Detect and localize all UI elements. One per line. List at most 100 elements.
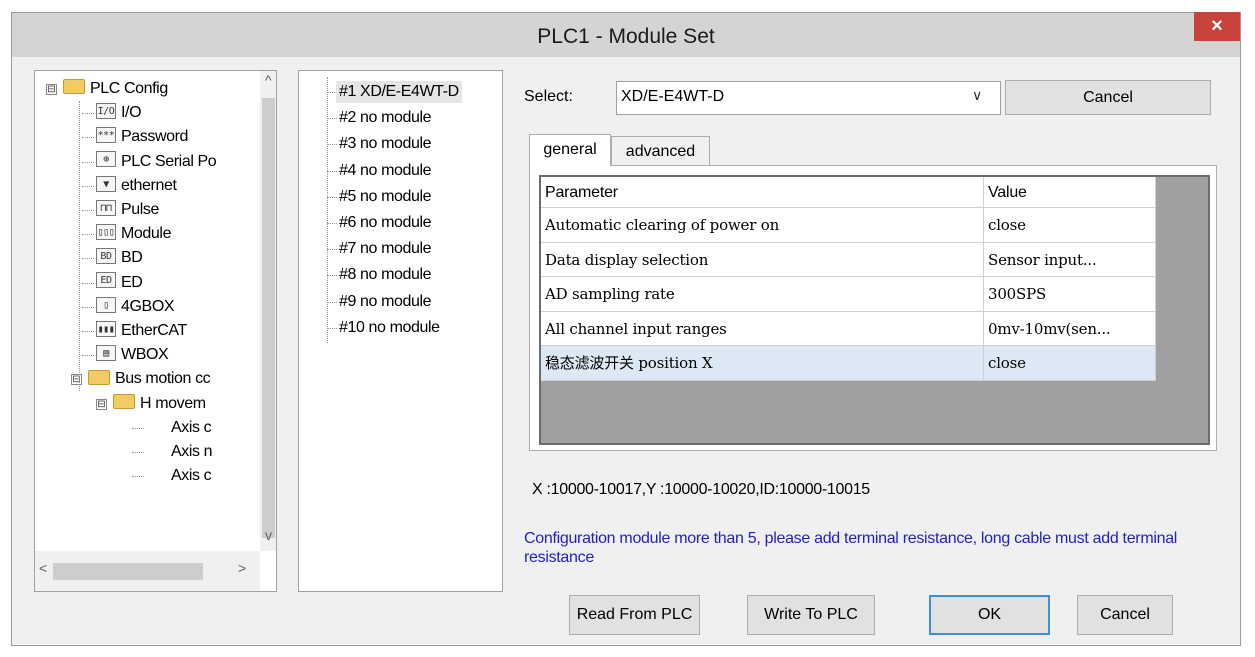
module-slot[interactable]: #5 no module	[339, 186, 432, 208]
vertical-scroll-thumb[interactable]	[262, 98, 275, 538]
config-tree[interactable]: PLC Config ⊟ I/O I/O *** Password ⊕ PLC Serial …	[34, 70, 277, 592]
module-list[interactable]: #1 XD/E-E4WT-D #2 no module #3 no module #4…	[298, 70, 503, 592]
collapse-toggle[interactable]: ⊟	[71, 374, 82, 386]
tree-item[interactable]: ▯▯▯ Module	[96, 223, 171, 245]
tree-item[interactable]: *** Password	[96, 126, 188, 148]
tree-item[interactable]: ▼ ethernet	[96, 175, 177, 197]
tree-item-label: Axis n	[171, 443, 213, 460]
io-icon: I/O	[96, 102, 116, 119]
cancel-button[interactable]: Cancel	[1077, 595, 1173, 635]
parameter-name-cell[interactable]: All channel input ranges	[541, 311, 984, 346]
tree-item-label: Axis c	[171, 418, 212, 436]
folder-icon	[63, 79, 85, 95]
parameter-value-cell[interactable]: 300SPS	[984, 277, 1156, 312]
tree-item[interactable]: H movem	[113, 393, 206, 415]
list-connector	[327, 249, 337, 251]
tree-item-label: H movem	[140, 394, 206, 412]
parameter-value-cell[interactable]: close	[984, 208, 1156, 243]
tree-item[interactable]: Axis c	[146, 417, 212, 439]
tree-item[interactable]: ▯ 4GBOX	[96, 296, 175, 318]
tree-connector	[82, 137, 94, 139]
module-slot-selected[interactable]: #1 XD/E-E4WT-D	[336, 81, 462, 103]
tree-item-label: 4GBOX	[121, 297, 175, 315]
tree-connector	[82, 210, 94, 211]
chevron-down-icon[interactable]: ∨	[972, 87, 982, 104]
tree-item-label: Module	[121, 225, 172, 243]
scroll-up-icon[interactable]: ^	[265, 72, 272, 88]
axis-icon	[146, 418, 166, 434]
ethernet-icon: ▼	[96, 175, 116, 192]
module-slot[interactable]: #9 no module	[339, 291, 432, 313]
write-to-plc-button[interactable]: Write To PLC	[747, 595, 875, 635]
tree-item[interactable]: Axis c	[146, 465, 212, 487]
tree-item[interactable]: BD BD	[96, 247, 143, 269]
module-slot[interactable]: #10 no module	[339, 317, 440, 339]
tree-item-label: Password	[121, 128, 189, 146]
module-set-dialog: PLC1 - Module Set × PLC Config ⊟ I/O I/O ***…	[11, 12, 1241, 646]
title-bar[interactable]: PLC1 - Module Set ×	[12, 12, 1240, 57]
tree-item[interactable]: Axis n	[146, 441, 213, 463]
parameter-value-cell[interactable]: close	[984, 346, 1156, 381]
cancel-top-button[interactable]: Cancel	[1005, 80, 1211, 115]
list-connector	[327, 77, 328, 343]
tab-general[interactable]: general	[529, 134, 611, 166]
list-connector	[327, 275, 337, 277]
scroll-right-icon[interactable]: >	[238, 560, 246, 576]
module-slot[interactable]: #2 no module	[339, 107, 432, 129]
tree-item[interactable]: ⊓⊓ Pulse	[96, 199, 159, 221]
tree-connector	[132, 427, 144, 429]
parameter-value-cell[interactable]: Sensor input...	[984, 242, 1156, 277]
tree-item-label: Pulse	[121, 201, 160, 218]
scroll-down-icon[interactable]: v	[265, 527, 272, 543]
module-slot[interactable]: #8 no module	[339, 264, 432, 286]
tree-item[interactable]: ▤ WBOX	[96, 344, 169, 366]
close-button[interactable]: ×	[1194, 12, 1240, 41]
tree-connector	[79, 101, 80, 391]
tree-item-label: ED	[121, 273, 143, 291]
parameter-name-cell[interactable]: AD sampling rate	[541, 277, 984, 312]
scroll-left-icon[interactable]: <	[39, 560, 47, 576]
parameter-name-cell[interactable]: Data display selection	[541, 242, 984, 277]
module-select-value: XD/E-E4WT-D	[621, 88, 725, 105]
tree-item-label: Bus motion cc	[115, 370, 211, 388]
parameter-name-cell[interactable]: 稳态滤波开关 position X	[541, 346, 984, 381]
read-from-plc-button[interactable]: Read From PLC	[569, 595, 700, 635]
tree-item-label: Axis c	[171, 467, 212, 485]
parameter-grid: Parameter Value Automatic clearing of powe…	[539, 175, 1210, 445]
ok-button[interactable]: OK	[929, 595, 1050, 635]
select-label: Select:	[524, 88, 573, 105]
tree-connector	[82, 161, 94, 163]
folder-icon	[88, 369, 110, 385]
tab-advanced[interactable]: advanced	[611, 136, 710, 166]
tree-item[interactable]: PLC Config	[63, 78, 168, 100]
tree-item-label: I/O	[121, 104, 142, 122]
tree-item[interactable]: ED ED	[96, 272, 143, 294]
module-slot[interactable]: #3 no module	[339, 133, 432, 155]
tree-item[interactable]: Bus motion cc	[88, 368, 211, 390]
module-slot[interactable]: #7 no module	[339, 238, 432, 260]
parameter-name-cell[interactable]: Automatic clearing of power on	[541, 208, 984, 243]
tree-item[interactable]: I/O I/O	[96, 102, 142, 124]
list-connector	[327, 301, 337, 303]
tree-item[interactable]: ⊕ PLC Serial Po	[96, 151, 217, 173]
tree-item-label: BD	[121, 249, 143, 267]
folder-icon	[113, 393, 135, 409]
tree-item[interactable]: ▮▮▮ EtherCAT	[96, 320, 187, 342]
module-slot[interactable]: #6 no module	[339, 212, 432, 234]
module-slot[interactable]: #4 no module	[339, 160, 432, 182]
tree-connector	[132, 476, 144, 478]
collapse-toggle[interactable]: ⊟	[96, 398, 107, 410]
tree-connector	[82, 355, 94, 357]
horizontal-scroll-thumb[interactable]	[53, 563, 203, 580]
tree-connector	[82, 234, 94, 236]
parameter-value-cell[interactable]: 0mv-10mv(sen...	[984, 311, 1156, 346]
list-connector	[327, 223, 337, 224]
tree-connector	[132, 452, 144, 453]
list-connector	[327, 118, 337, 120]
ed-icon: ED	[96, 272, 116, 289]
tree-item-label: PLC Config	[90, 80, 168, 97]
list-connector	[327, 327, 337, 329]
list-connector	[327, 196, 337, 198]
column-header-parameter: Parameter	[541, 177, 984, 208]
collapse-toggle[interactable]: ⊟	[46, 84, 57, 95]
